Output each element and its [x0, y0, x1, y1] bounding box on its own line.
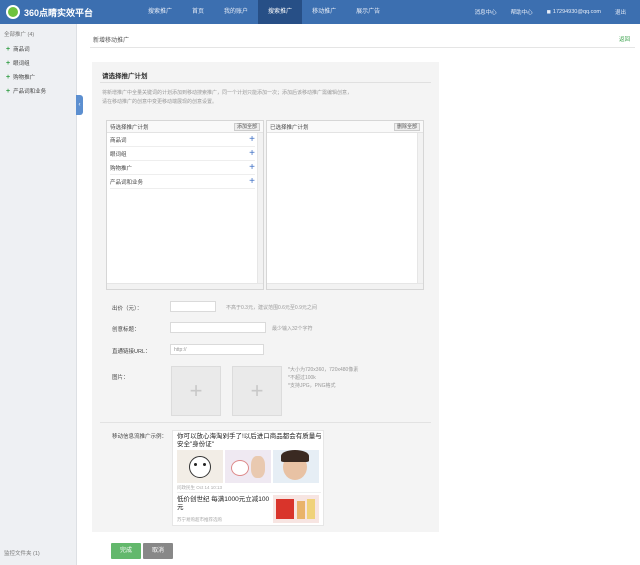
upload-image-button-1[interactable]: + [171, 366, 221, 416]
selected-plans-list: 已选择推广计划 删除全部 [266, 120, 424, 290]
top-right-links: 消息中心 帮助中心 ■ 17294930@qq.com 退出 [475, 0, 640, 24]
image-label: 图片： [112, 375, 129, 381]
sample-title-2: 低价创世纪 每满1000元立减100元 [177, 496, 270, 511]
sidebar-footer-folder[interactable]: 监控文件夹 (1) [4, 549, 40, 557]
expand-icon: + [6, 87, 11, 95]
collapse-sidebar-icon[interactable]: ‹ [76, 95, 83, 115]
back-link[interactable]: 返回 [619, 35, 630, 43]
sample-image-1 [177, 450, 223, 483]
add-all-button[interactable]: 添加全部 [233, 122, 260, 131]
cancel-button[interactable]: 取消 [143, 543, 173, 559]
nav-display-ads[interactable]: 展示广告 [346, 0, 390, 24]
intro-text: 将新增推广中全量关键词的计划添加到移动搜索推广，同一个计划只能添加一次；添加后该… [102, 89, 432, 107]
plan-label: 商品词 [110, 137, 127, 144]
sample-meta: 问政民生 Oct 14 10:13 [177, 485, 223, 490]
intro-line: 将新增推广中全量关键词的计划添加到移动搜索推广，同一个计划只能添加一次；添加后该… [102, 90, 353, 96]
vertical-scrollbar[interactable] [257, 133, 263, 283]
bid-input[interactable] [170, 301, 216, 312]
remove-all-button[interactable]: 删除全部 [393, 122, 420, 131]
help-center-link[interactable]: 帮助中心 [511, 8, 533, 16]
list-item: 眼词组 + [110, 147, 255, 161]
sample-image-2 [225, 450, 271, 483]
creative-title-input[interactable] [170, 322, 266, 333]
divider [100, 422, 431, 423]
sample-title: 你可以放心海淘剁手了!以后进口商品都会有质量与安全"身份证" [177, 433, 322, 448]
image-hint: *支持JPG，PNG格式 [288, 383, 336, 389]
add-plan-icon[interactable]: + [249, 148, 255, 159]
nav-current-section[interactable]: 搜索推广 [138, 0, 182, 24]
sample-label: 移动信息流推广示例： [112, 434, 168, 440]
logo[interactable]: 360点睛实效平台 [0, 0, 138, 24]
horizontal-scrollbar[interactable] [107, 283, 263, 289]
sidebar-item-shopping[interactable]: + 购物推广 [0, 70, 76, 84]
user-icon: ■ [546, 8, 551, 16]
plan-label: 购物推广 [110, 165, 133, 172]
done-button[interactable]: 完成 [111, 543, 141, 559]
sidebar: 全部推广 (4) + 商品词 + 眼词组 + 购物推广 + 产品词和业务 监控文… [0, 24, 77, 565]
plan-label: 眼词组 [110, 151, 127, 158]
sidebar-title[interactable]: 全部推广 (4) [0, 24, 76, 42]
bid-label: 出价（元）： [112, 306, 143, 312]
image-hint: *不超过100k [288, 375, 316, 381]
sidebar-item-product-business[interactable]: + 产品词和业务 [0, 84, 76, 98]
creative-title-hint: 最少输入32个字符 [272, 326, 313, 332]
sidebar-item-label: 商品词 [13, 47, 30, 53]
logout-link[interactable]: 退出 [615, 8, 626, 16]
available-plans-header: 待选择推广计划 添加全部 [107, 121, 263, 133]
divider [177, 492, 321, 493]
sidebar-item-label: 购物推广 [13, 75, 36, 81]
list-item: 购物推广 + [110, 161, 255, 175]
plan-label: 产品词和业务 [110, 179, 144, 186]
sample-images [177, 450, 321, 483]
nav-home[interactable]: 首页 [182, 0, 214, 24]
nav-search-promotion[interactable]: 搜索推广 [258, 0, 303, 24]
nav-mobile-promotion[interactable]: 移动推广 [302, 0, 346, 24]
sample-ad-image [273, 495, 319, 523]
message-center-link[interactable]: 消息中心 [475, 8, 497, 16]
sidebar-item-label: 眼词组 [13, 61, 30, 67]
expand-icon: + [6, 73, 11, 81]
list-item: 产品词和业务 + [110, 175, 255, 189]
available-plans-list: 待选择推广计划 添加全部 商品词 + 眼词组 + 购物推广 + 产品词和业务 + [106, 120, 264, 290]
main-nav: 搜索推广 首页 我的账户 搜索推广 移动推广 展示广告 [138, 0, 390, 24]
add-plan-icon[interactable]: + [249, 176, 255, 187]
image-hints: *大小为720x360，720x480像素 *不超过100k *支持JPG，PN… [288, 366, 358, 390]
sidebar-item-label: 产品词和业务 [13, 89, 47, 95]
sidebar-item-word-group[interactable]: + 眼词组 [0, 56, 76, 70]
url-input[interactable]: http:// [170, 344, 264, 355]
user-email: 17294930@qq.com [552, 9, 601, 15]
add-plan-icon[interactable]: + [249, 134, 255, 145]
selected-plans-title: 已选择推广计划 [270, 124, 309, 131]
divider [100, 82, 431, 83]
logo-text: 360点睛实效平台 [24, 7, 94, 18]
upload-image-button-2[interactable]: + [232, 366, 282, 416]
horizontal-scrollbar[interactable] [267, 283, 423, 289]
bid-hint: 不高于0.3元，建议范围0.6元至0.9元之间 [226, 305, 317, 311]
nav-my-account[interactable]: 我的账户 [214, 0, 258, 24]
top-nav-bar: 360点睛实效平台 搜索推广 首页 我的账户 搜索推广 移动推广 展示广告 消息… [0, 0, 640, 24]
url-label: 直通链接URL： [112, 349, 151, 355]
expand-icon: + [6, 59, 11, 67]
sample-meta-2: 苏宁易购超市推荐选购 [177, 517, 222, 522]
available-plans-title: 待选择推广计划 [110, 124, 149, 131]
vertical-scrollbar[interactable] [417, 133, 423, 283]
selected-plans-header: 已选择推广计划 删除全部 [267, 121, 423, 133]
user-account[interactable]: ■ 17294930@qq.com [547, 9, 601, 16]
expand-icon: + [6, 45, 11, 53]
creative-title-label: 创意标题： [112, 327, 140, 333]
sample-image-3 [273, 450, 319, 483]
page-title: 新增移动推广 [93, 38, 130, 44]
panel-title: 请选择推广计划 [102, 73, 148, 80]
divider [90, 47, 635, 48]
sample-ad-card: 你可以放心海淘剁手了!以后进口商品都会有质量与安全"身份证" 问政民生 Oct … [172, 430, 324, 526]
add-plan-icon[interactable]: + [249, 162, 255, 173]
main-panel: 请选择推广计划 将新增推广中全量关键词的计划添加到移动搜索推广，同一个计划只能添… [92, 62, 439, 532]
logo-icon [6, 5, 20, 19]
sidebar-item-product-words[interactable]: + 商品词 [0, 42, 76, 56]
image-hint: *大小为720x360，720x480像素 [288, 367, 359, 373]
list-item: 商品词 + [110, 133, 255, 147]
intro-line: 请在移动推广的创意中变更移动端展现的创意设置。 [102, 99, 218, 105]
